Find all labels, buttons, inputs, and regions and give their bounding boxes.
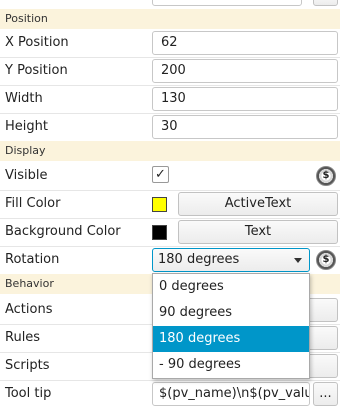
background-color-swatch[interactable] — [152, 225, 167, 240]
rotation-option-minus-90[interactable]: - 90 degrees — [153, 352, 309, 378]
background-color-button[interactable]: Text — [178, 220, 338, 244]
section-display: Display — [0, 141, 340, 161]
rotation-rule-icon[interactable]: $ — [316, 250, 336, 270]
visible-label: Visible — [5, 168, 48, 183]
width-field[interactable]: 130 — [152, 87, 338, 111]
rotation-option-90[interactable]: 90 degrees — [153, 300, 309, 326]
rotation-option-0[interactable]: 0 degrees — [153, 274, 309, 300]
rotation-select-value: 180 degrees — [158, 252, 240, 267]
width-label: Width — [5, 91, 43, 106]
rotation-dropdown-list: 0 degrees 90 degrees 180 degrees - 90 de… — [152, 273, 310, 379]
x-position-label: X Position — [5, 35, 69, 50]
checkmark-icon: ✓ — [155, 167, 166, 182]
height-field[interactable]: 30 — [152, 115, 338, 139]
visible-rule-icon[interactable]: $ — [316, 166, 336, 186]
y-position-field[interactable]: 200 — [152, 59, 338, 83]
scripts-label: Scripts — [5, 358, 50, 373]
rotation-select[interactable]: 180 degrees — [152, 248, 310, 272]
chevron-down-icon — [294, 258, 302, 263]
tooltip-label: Tool tip — [5, 386, 52, 401]
tooltip-ellipsis-button[interactable]: ... — [313, 382, 338, 406]
y-position-label: Y Position — [5, 63, 68, 78]
background-color-label: Background Color — [5, 224, 121, 239]
visible-checkbox[interactable]: ✓ — [152, 166, 169, 183]
fill-color-swatch[interactable] — [152, 197, 167, 212]
top-partial-field[interactable] — [152, 0, 302, 6]
rotation-option-180[interactable]: 180 degrees — [153, 326, 309, 352]
fill-color-label: Fill Color — [5, 196, 61, 211]
x-position-field[interactable]: 62 — [152, 31, 338, 55]
top-partial-button[interactable] — [313, 0, 338, 6]
section-position: Position — [0, 9, 340, 29]
height-label: Height — [5, 119, 48, 134]
rotation-label: Rotation — [5, 252, 60, 267]
tooltip-field[interactable]: $(pv_name)\n$(pv_valu — [152, 382, 310, 406]
fill-color-button[interactable]: ActiveText — [178, 192, 338, 216]
actions-label: Actions — [5, 302, 53, 317]
rules-label: Rules — [5, 330, 41, 345]
